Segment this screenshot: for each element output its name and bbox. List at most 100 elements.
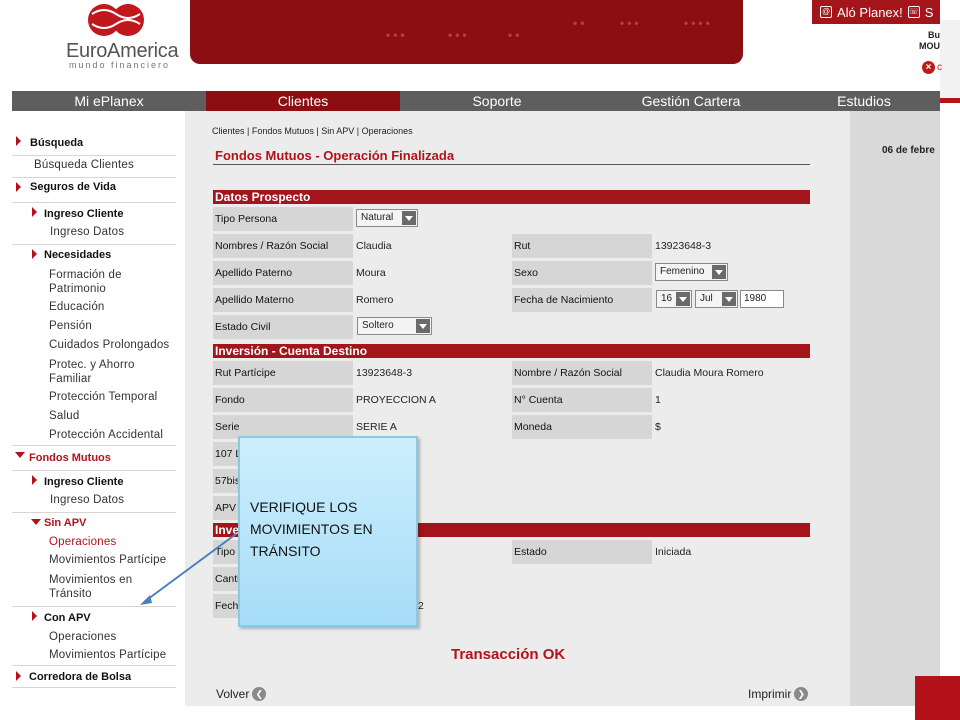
- page-title: Fondos Mutuos - Operación Finalizada: [215, 148, 455, 163]
- sidebar-item-operaciones-apv[interactable]: Operaciones: [12, 627, 176, 646]
- brand-tagline: mundo financiero: [69, 60, 171, 70]
- user-greeting: Bu MOU: [900, 30, 940, 52]
- dropdown-arrow-icon: [416, 319, 430, 333]
- sidebar-label: Fondos Mutuos: [29, 452, 111, 464]
- sidebar-item-corredora-bolsa[interactable]: Corredora de Bolsa: [12, 666, 176, 688]
- sidebar-label: Seguros de Vida: [30, 181, 116, 193]
- fondo-value: PROYECCION A: [356, 394, 436, 406]
- sidebar-item-educacion[interactable]: Educación: [12, 298, 176, 317]
- apellido-materno-label: Apellido Materno: [213, 288, 353, 312]
- sidebar-item-ingreso-cliente-fm[interactable]: Ingreso Cliente: [12, 471, 176, 490]
- estado-civil-select[interactable]: Soltero: [357, 317, 432, 335]
- alo-extra-label: S: [924, 4, 934, 20]
- dropdown-arrow-icon: [676, 292, 690, 306]
- sidebar-item-ingreso-datos[interactable]: Ingreso Datos: [12, 223, 176, 245]
- apellido-paterno-label: Apellido Paterno: [213, 261, 353, 285]
- fecha-mes-value: Jul: [700, 293, 713, 304]
- fecha-dia-select[interactable]: 16: [656, 290, 692, 308]
- fecha-dia-value: 16: [661, 293, 673, 304]
- callout-box: VERIFIQUE LOS MOVIMIENTOS EN TRÁNSITO: [238, 436, 418, 627]
- sidebar-item-ingreso-datos-fm[interactable]: Ingreso Datos: [12, 490, 176, 513]
- sidebar-item-necesidades[interactable]: Necesidades: [12, 245, 176, 265]
- sidebar-item-proteccion-temporal[interactable]: Protección Temporal: [12, 388, 176, 407]
- dropdown-arrow-icon: [402, 211, 416, 225]
- sidebar-item-busqueda-clientes[interactable]: Búsqueda Clientes: [12, 156, 176, 178]
- tipo-persona-select[interactable]: Natural: [356, 209, 418, 227]
- right-panel: [850, 111, 940, 706]
- apellido-paterno-value: Moura: [356, 267, 386, 279]
- sidebar-item-con-apv[interactable]: Con APV: [12, 607, 176, 627]
- sidebar-item-sin-apv[interactable]: Sin APV: [12, 513, 176, 532]
- nombres-value: Claudia: [356, 240, 392, 252]
- caret-right-icon: [16, 671, 21, 681]
- breadcrumb: Clientes | Fondos Mutuos | Sin APV | Ope…: [212, 126, 413, 136]
- sidebar-label: Necesidades: [44, 249, 112, 261]
- sidebar-label: Corredora de Bolsa: [29, 671, 132, 683]
- estado-civil-label: Estado Civil: [213, 315, 353, 339]
- side-strip: [940, 0, 960, 720]
- sidebar-item-protec-ahorro[interactable]: Protec. y Ahorro Familiar: [12, 355, 152, 388]
- tab-clientes[interactable]: Clientes: [206, 91, 400, 111]
- numero-cuenta-label: N° Cuenta: [512, 388, 652, 412]
- top-navigation: Mi ePlanex Clientes Soporte Gestión Cart…: [12, 91, 940, 111]
- tab-mi-eplanex[interactable]: Mi ePlanex: [12, 91, 206, 111]
- caret-right-icon: [16, 182, 21, 192]
- sidebar-item-pension[interactable]: Pensión: [12, 317, 176, 336]
- sidebar-label: Búsqueda: [30, 137, 84, 149]
- euroamerica-logo-icon: [88, 4, 144, 36]
- caret-right-icon: [32, 475, 37, 485]
- sidebar-label: Ingreso Cliente: [44, 476, 124, 488]
- sidebar-label: Sin APV: [44, 517, 87, 529]
- sidebar-item-salud[interactable]: Salud: [12, 407, 176, 426]
- sidebar-label: Movimientos en Tránsito: [49, 574, 133, 600]
- imprimir-button[interactable]: Imprimir ❯: [748, 687, 809, 701]
- rut-participe-label: Rut Partícipe: [213, 361, 353, 385]
- rut-participe-value: 13923648-3: [356, 367, 413, 379]
- side-red-block: [915, 676, 960, 720]
- sidebar-label: Con APV: [44, 612, 91, 624]
- tipo-persona-value: Natural: [361, 212, 394, 223]
- fondo-label: Fondo: [213, 388, 353, 412]
- sidebar-label: Ingreso Cliente: [44, 208, 124, 220]
- volver-button[interactable]: Volver ❮: [216, 687, 267, 701]
- sidebar-item-ingreso-cliente[interactable]: Ingreso Cliente: [12, 203, 176, 223]
- tab-estudios[interactable]: Estudios: [788, 91, 940, 111]
- fecha-anio-input[interactable]: 1980: [740, 290, 784, 308]
- close-session-icon[interactable]: ×: [922, 61, 935, 74]
- apellido-materno-value: Romero: [356, 294, 394, 306]
- section-inversion-cuenta-destino: Inversión - Cuenta Destino: [213, 344, 810, 358]
- sidebar-item-fondos-mutuos[interactable]: Fondos Mutuos: [12, 446, 176, 471]
- tab-soporte[interactable]: Soporte: [400, 91, 594, 111]
- fecha-mes-select[interactable]: Jul: [695, 290, 738, 308]
- caret-down-icon: [31, 519, 41, 525]
- tab-gestion-cartera[interactable]: Gestión Cartera: [594, 91, 788, 111]
- caret-right-icon: [16, 136, 21, 146]
- estado-civil-value: Soltero: [362, 320, 394, 331]
- sidebar-item-seguros-vida[interactable]: Seguros de Vida: [12, 178, 176, 203]
- volver-label: Volver: [216, 687, 250, 701]
- caret-right-icon: [32, 207, 37, 217]
- sidebar-item-busqueda[interactable]: Búsqueda: [12, 132, 176, 156]
- nombres-label: Nombres / Razón Social: [213, 234, 353, 258]
- dropdown-arrow-icon: [722, 292, 736, 306]
- sidebar-item-formacion-patrimonio[interactable]: Formación de Patrimonio: [12, 265, 162, 298]
- alo-planex-bar[interactable]: @ Aló Planex! ☏ S: [812, 0, 940, 24]
- section-datos-prospecto: Datos Prospecto: [213, 190, 810, 204]
- arrow-right-icon: ❯: [794, 687, 809, 701]
- sidebar-item-movimientos-participe-apv[interactable]: Movimientos Partícipe: [12, 646, 176, 666]
- header-banner: ••• ••• •• •• ••• ••••: [190, 0, 743, 64]
- moneda-value: $: [655, 421, 661, 433]
- sexo-select[interactable]: Femenino: [655, 263, 728, 281]
- sidebar-item-proteccion-accidental[interactable]: Protección Accidental: [12, 426, 176, 446]
- alo-planex-label: Aló Planex!: [837, 4, 903, 20]
- logout-label[interactable]: c: [937, 62, 942, 73]
- caret-right-icon: [32, 249, 37, 259]
- numero-cuenta-value: 1: [655, 394, 661, 406]
- greeting-line-2: MOU: [919, 41, 940, 51]
- fecha-nacimiento-label: Fecha de Nacimiento: [512, 288, 652, 312]
- arrow-left-icon: ❮: [252, 687, 267, 701]
- side-red-line: [940, 98, 960, 103]
- sidebar-item-cuidados-prolongados[interactable]: Cuidados Prolongados: [12, 336, 176, 355]
- at-icon: @: [820, 6, 832, 18]
- logo-area[interactable]: EuroAmerica mundo financiero: [0, 0, 185, 88]
